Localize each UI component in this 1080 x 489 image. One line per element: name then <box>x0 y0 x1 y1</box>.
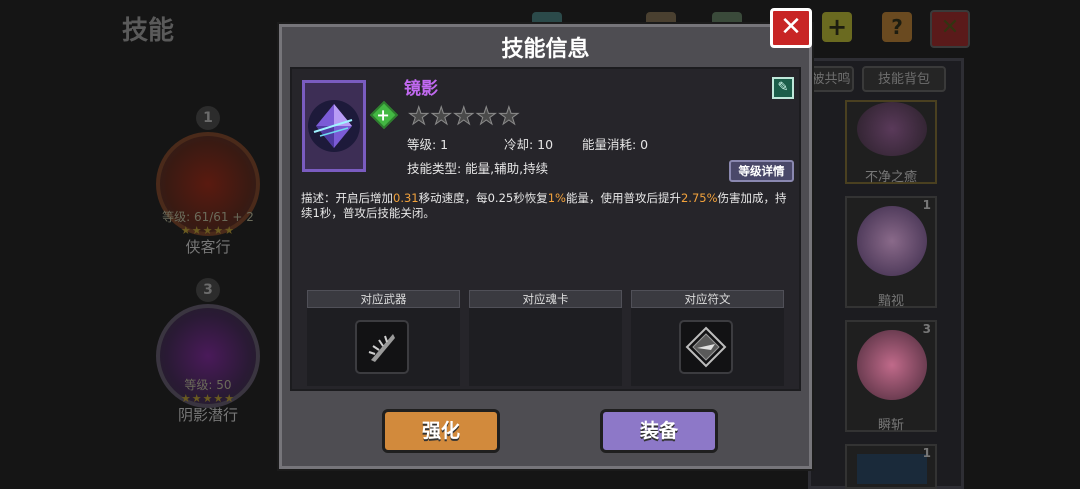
skill-name: 镜影 <box>404 79 438 99</box>
equipped-skill-slot-1[interactable]: 1 等级: 61/61 + 2 ★★★★★ 侠客行 <box>148 106 268 256</box>
column-header: 对应魂卡 <box>469 290 622 308</box>
skill-card-icon <box>857 454 927 484</box>
weapon-column: 对应武器 <box>307 290 460 386</box>
skill-card[interactable]: 不净之癒 <box>845 100 937 185</box>
skill-card-name: 瞬斩 <box>877 418 904 433</box>
skill-cooldown: 冷却: 10 <box>504 137 554 152</box>
skill-card-icon <box>857 102 927 156</box>
help-icon[interactable]: ? <box>882 12 912 42</box>
desc-value: 1% <box>547 191 566 205</box>
screen-title: 技能 <box>122 16 175 46</box>
skill-card-count: 1 <box>922 198 931 212</box>
desc-value: 2.75% <box>680 191 718 205</box>
column-header: 对应符文 <box>631 290 784 308</box>
rune-column: 对应符文 <box>631 290 784 386</box>
weapon-slot[interactable] <box>355 320 409 374</box>
skill-energy-cost: 能量消耗: 0 <box>582 137 649 152</box>
skill-card[interactable]: 1 <box>845 444 937 489</box>
skill-portrait <box>302 80 368 172</box>
skill-card-name: 不净之癒 <box>864 170 917 185</box>
skill-card-count: 3 <box>922 322 931 336</box>
crystal-icon <box>302 80 366 172</box>
slot-name: 侠客行 <box>185 238 231 256</box>
desc-value: 0.31 <box>393 191 419 205</box>
close-button[interactable]: ✕ <box>770 8 812 48</box>
slot-level: 等级: 61/61 + 2 <box>162 210 254 224</box>
desc-text: 能量，使用普攻后提升 <box>565 191 681 205</box>
skill-card-count: 1 <box>922 446 931 460</box>
slot-number: 1 <box>196 106 220 130</box>
skill-type: 技能类型: 能量,辅助,持续 <box>407 161 549 176</box>
skill-card-name: 黯视 <box>877 294 904 309</box>
column-header: 对应武器 <box>307 290 460 308</box>
equip-button[interactable]: 装备 <box>600 409 718 453</box>
skill-card[interactable]: 3 瞬斩 <box>845 320 937 433</box>
feather-weapon-icon <box>368 334 395 362</box>
skill-card-icon <box>857 330 927 400</box>
slot-name: 阴影潜行 <box>177 406 238 424</box>
edit-icon[interactable]: ✎ <box>772 77 794 99</box>
background-close-icon[interactable]: ✕ <box>930 10 970 48</box>
skill-card[interactable]: 1 黯视 <box>845 196 937 309</box>
skill-info-dialog: 技能信息 + 镜影 ★★★★★ ✎ 等级: 1 冷却: 10 能量消耗: 0 技… <box>279 24 812 469</box>
level-detail-button[interactable]: 等级详情 <box>729 160 794 182</box>
rune-slot[interactable] <box>679 320 733 374</box>
slot-number: 3 <box>196 278 220 302</box>
tab-skill-bag[interactable]: 技能背包 <box>862 66 946 92</box>
desc-text: 移动速度，每0.25秒恢复 <box>418 191 548 205</box>
enhance-button[interactable]: 强化 <box>382 409 500 453</box>
add-icon[interactable]: + <box>822 12 852 42</box>
slot-level: 等级: 50 <box>184 378 232 392</box>
tab-resonance[interactable]: 被共鸣 <box>808 66 854 92</box>
desc-text: 描述：开启后增加 <box>301 191 393 205</box>
soul-card-column: 对应魂卡 <box>469 290 622 386</box>
skill-description: 描述：开启后增加0.31移动速度，每0.25秒恢复1%能量，使用普攻后提升2.7… <box>301 191 794 221</box>
skill-stars: ★★★★★ <box>408 102 521 131</box>
skill-level: 等级: 1 <box>407 137 449 152</box>
equipped-skill-slot-3[interactable]: 3 等级: 50 ★★★★★ 阴影潜行 <box>148 278 268 424</box>
dialog-title: 技能信息 <box>501 37 590 62</box>
rune-icon <box>685 326 727 368</box>
skill-card-icon <box>857 206 927 276</box>
